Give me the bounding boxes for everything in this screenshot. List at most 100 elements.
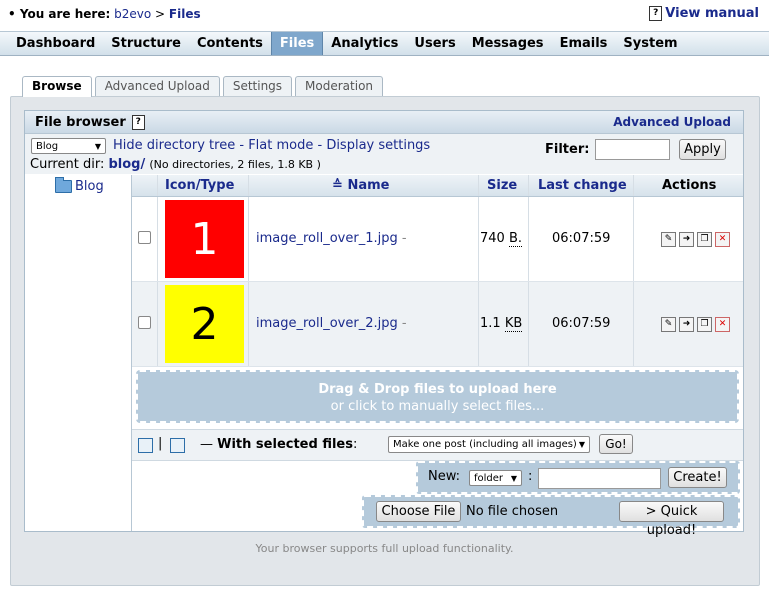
file-size-unit: B. bbox=[508, 231, 523, 247]
new-label: New: bbox=[428, 469, 461, 484]
top-bar: • You are here: b2evo > Files ? View man… bbox=[0, 0, 769, 30]
sort-ascending-icon: ≙ bbox=[332, 178, 343, 193]
current-dir: Current dir: blog/ (No directories, 2 fi… bbox=[30, 157, 321, 172]
create-button[interactable]: Create! bbox=[668, 467, 727, 488]
column-divider bbox=[248, 282, 249, 366]
directory-tree: Blog bbox=[25, 175, 132, 531]
row-checkbox[interactable] bbox=[138, 316, 151, 329]
with-selected-label: — With selected files: bbox=[200, 437, 358, 452]
column-divider bbox=[157, 175, 158, 196]
collection-select[interactable]: Blog ▼ bbox=[31, 138, 106, 154]
icon-separator: | bbox=[158, 436, 163, 451]
file-thumbnail[interactable]: 2 bbox=[165, 285, 244, 363]
column-divider bbox=[528, 175, 529, 196]
menu-item-structure[interactable]: Structure bbox=[103, 32, 189, 55]
menu-item-analytics[interactable]: Analytics bbox=[323, 32, 406, 55]
file-thumbnail[interactable]: 1 bbox=[165, 200, 244, 278]
menu-item-dashboard[interactable]: Dashboard bbox=[0, 32, 103, 55]
copy-icon[interactable]: ❐ bbox=[697, 317, 712, 332]
thumbnail-digit: 2 bbox=[190, 298, 219, 350]
chevron-down-icon: ▼ bbox=[94, 141, 101, 151]
tab-moderation[interactable]: Moderation bbox=[295, 76, 384, 96]
menu-item-emails[interactable]: Emails bbox=[552, 32, 616, 55]
advanced-upload-link[interactable]: Advanced Upload bbox=[613, 115, 731, 129]
file-name-link[interactable]: image_roll_over_2.jpg bbox=[256, 316, 398, 331]
copy-icon[interactable]: ❐ bbox=[697, 232, 712, 247]
filter-label: Filter: bbox=[545, 142, 590, 157]
file-size: 740 B. bbox=[480, 231, 523, 247]
browser-options-links: Hide directory tree - Flat mode - Displa… bbox=[113, 138, 430, 153]
with-selected-bar: | — With selected files: Make one post (… bbox=[132, 429, 743, 461]
column-name-label: Name bbox=[347, 178, 390, 193]
row-actions: ✎ ➜ ❐ ✕ bbox=[661, 232, 730, 247]
menu-item-files[interactable]: Files bbox=[270, 32, 324, 55]
collection-select-value: Blog bbox=[36, 140, 59, 152]
column-actions: Actions bbox=[662, 178, 717, 193]
file-name: image_roll_over_1.jpg - bbox=[256, 231, 407, 246]
row-checkbox[interactable] bbox=[138, 231, 151, 244]
tab-settings[interactable]: Settings bbox=[222, 76, 293, 96]
colon-label: : bbox=[528, 469, 533, 484]
sub-tabs: Browse Advanced Upload Settings Moderati… bbox=[22, 76, 384, 97]
column-divider bbox=[248, 175, 249, 196]
tab-browse[interactable]: Browse bbox=[22, 76, 92, 97]
help-icon: ? bbox=[649, 6, 663, 21]
check-all-icon[interactable] bbox=[138, 438, 153, 453]
quick-upload-button[interactable]: > Quick upload! bbox=[619, 501, 724, 538]
move-icon[interactable]: ➜ bbox=[679, 232, 694, 247]
tree-item-label: Blog bbox=[75, 179, 104, 194]
quick-upload-box: Choose File No file chosen > Quick uploa… bbox=[362, 495, 740, 538]
current-dir-label: Current dir: bbox=[30, 157, 105, 172]
column-divider bbox=[528, 197, 529, 281]
go-button[interactable]: Go! bbox=[599, 434, 633, 454]
display-settings-link[interactable]: Display settings bbox=[326, 138, 430, 153]
column-name[interactable]: ≙ Name bbox=[332, 178, 389, 193]
bulk-action-select[interactable]: Make one post (including all images) ▼ bbox=[388, 436, 590, 453]
help-icon[interactable]: ? bbox=[131, 115, 145, 130]
view-manual-label: View manual bbox=[665, 6, 759, 21]
breadcrumb-separator: > bbox=[155, 7, 166, 21]
file-browser-header: File browser ? Advanced Upload bbox=[25, 111, 743, 134]
file-size-value: 1.1 bbox=[480, 316, 501, 331]
apply-button[interactable]: Apply bbox=[679, 139, 726, 160]
uncheck-all-icon[interactable] bbox=[170, 438, 185, 453]
new-name-input[interactable] bbox=[538, 468, 661, 489]
menu-item-messages[interactable]: Messages bbox=[464, 32, 552, 55]
file-size-unit: KB bbox=[504, 316, 523, 332]
file-last-change: 06:07:59 bbox=[552, 231, 611, 246]
file-browser-title: File browser ? bbox=[35, 115, 145, 130]
menu-item-users[interactable]: Users bbox=[406, 32, 463, 55]
folder-open-icon bbox=[55, 177, 72, 193]
tab-advanced-upload[interactable]: Advanced Upload bbox=[94, 76, 220, 96]
properties-icon[interactable]: ✎ bbox=[661, 317, 676, 332]
move-icon[interactable]: ➜ bbox=[679, 317, 694, 332]
breadcrumb-root-link[interactable]: b2evo bbox=[114, 7, 151, 21]
table-row: 2 image_roll_over_2.jpg - 1.1 KB 06:07:5… bbox=[132, 282, 743, 367]
file-browser: File browser ? Advanced Upload Blog ▼ Hi… bbox=[24, 110, 744, 538]
delete-icon[interactable]: ✕ bbox=[715, 317, 730, 332]
delete-icon[interactable]: ✕ bbox=[715, 232, 730, 247]
main-menu: Dashboard Structure Contents Files Analy… bbox=[0, 31, 769, 56]
flat-mode-link[interactable]: Flat mode bbox=[248, 138, 313, 153]
current-dir-link[interactable]: blog/ bbox=[108, 157, 145, 172]
column-icon-type[interactable]: Icon/Type bbox=[165, 178, 234, 193]
no-file-chosen-text: No file chosen bbox=[466, 504, 559, 519]
new-type-select[interactable]: folder ▼ bbox=[469, 470, 522, 486]
column-divider bbox=[157, 282, 158, 366]
hide-directory-tree-link[interactable]: Hide directory tree bbox=[113, 138, 235, 153]
breadcrumb-current-link[interactable]: Files bbox=[169, 7, 201, 21]
view-manual-link[interactable]: ? View manual bbox=[649, 6, 759, 21]
file-name-link[interactable]: image_roll_over_1.jpg bbox=[256, 231, 398, 246]
menu-item-system[interactable]: System bbox=[615, 32, 685, 55]
column-last-change[interactable]: Last change bbox=[538, 178, 627, 193]
choose-file-button[interactable]: Choose File bbox=[376, 501, 461, 522]
file-table-header: Icon/Type ≙ Name Size Last change Action… bbox=[132, 175, 743, 197]
menu-item-contents[interactable]: Contents bbox=[189, 32, 271, 55]
file-browser-toolbar: Blog ▼ Hide directory tree - Flat mode -… bbox=[25, 134, 743, 174]
column-size[interactable]: Size bbox=[487, 178, 517, 193]
properties-icon[interactable]: ✎ bbox=[661, 232, 676, 247]
breadcrumb: • You are here: b2evo > Files bbox=[8, 7, 201, 21]
filter-input[interactable] bbox=[595, 139, 670, 160]
tree-item-blog[interactable]: Blog bbox=[55, 177, 104, 194]
upload-dropzone[interactable]: Drag & Drop files to upload here or clic… bbox=[136, 370, 739, 423]
